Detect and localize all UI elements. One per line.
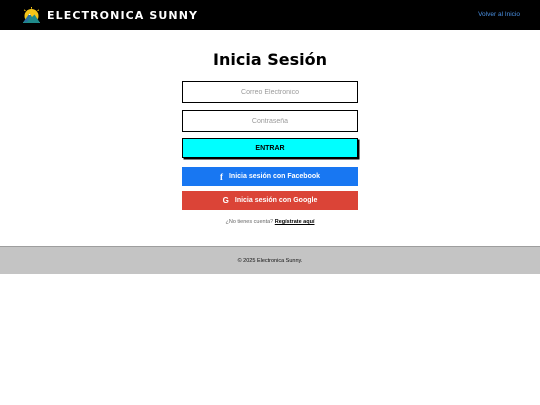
footer: © 2025 Electronica Sunny. — [0, 246, 540, 274]
register-prompt-row: ¿No tienes cuenta? Regístrate aquí — [0, 219, 540, 225]
submit-button[interactable]: ENTRAR — [182, 138, 358, 158]
password-field[interactable] — [182, 110, 358, 132]
facebook-login-button[interactable]: f Inicia sesión con Facebook — [182, 167, 358, 186]
facebook-icon: f — [219, 171, 223, 182]
register-link[interactable]: Regístrate aquí — [275, 219, 315, 225]
page-title: Inicia Sesión — [213, 50, 327, 69]
google-login-label: Inicia sesión con Google — [234, 197, 318, 204]
google-icon: G — [222, 196, 229, 205]
copyright-text: © 2025 Electronica Sunny. — [237, 257, 303, 264]
back-to-home-link[interactable]: Volver al Inicio — [478, 11, 520, 18]
sun-mountain-logo-icon — [23, 7, 40, 23]
email-field[interactable] — [182, 81, 358, 103]
brand-link[interactable]: ELECTRONICA SUNNY — [22, 7, 198, 23]
register-prompt: ¿No tienes cuenta? — [225, 219, 274, 225]
top-navbar: ELECTRONICA SUNNY Volver al Inicio — [0, 0, 540, 30]
google-login-button[interactable]: G Inicia sesión con Google — [182, 191, 358, 210]
facebook-login-label: Inicia sesión con Facebook — [228, 173, 321, 180]
brand-name: ELECTRONICA SUNNY — [47, 8, 199, 22]
